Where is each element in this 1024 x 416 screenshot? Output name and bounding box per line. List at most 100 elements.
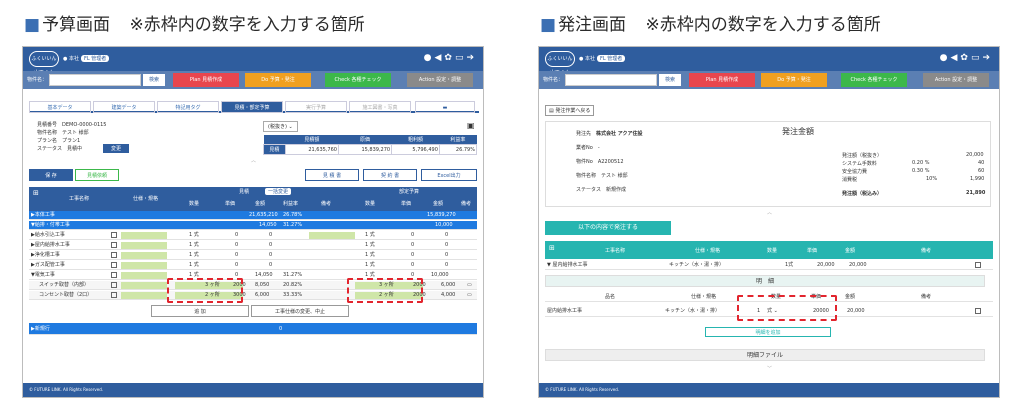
check-button[interactable]: Check 各種チェック [325, 73, 391, 87]
plus-icon[interactable]: ⊞ [33, 189, 39, 197]
plus-icon[interactable]: ⊞ [549, 244, 555, 252]
bulk-change-toggle[interactable]: 一括変更 [265, 188, 292, 195]
app-header: ふくいいん山でくん ● 本社FL 管理者 ●◀✿▭➔ [23, 47, 483, 76]
input-highlight-budget [347, 278, 423, 303]
check-button[interactable]: Check 各種チェック [841, 73, 907, 87]
gear-icon[interactable]: ✿ [960, 53, 971, 63]
delete-icon[interactable] [111, 292, 117, 298]
expand-icon[interactable]: ﹀ [767, 365, 772, 372]
app-logo[interactable]: ふくいいん山でくん [29, 51, 59, 76]
collapse-icon[interactable]: ︿ [251, 157, 256, 164]
spec-cell[interactable] [121, 252, 167, 259]
delete-icon[interactable] [111, 242, 117, 248]
megaphone-icon[interactable]: ◀ [950, 53, 960, 63]
table-row[interactable]: ▶本体工事 21,635,210 26.78% 15,839,270 [29, 211, 477, 220]
user-badge: ● 本社 FL 管理者 [63, 55, 110, 62]
collapse-icon[interactable]: ︿ [767, 209, 772, 216]
toolbar-icons: ●◀✿▭➔ [940, 53, 993, 63]
grid-header: ⊞ 工事名称 仕様・規格 見積 一括変更 部定予算 数量 単価 金額 利益率 備… [29, 187, 477, 211]
fee-rate-input[interactable]: 0.20 % [912, 160, 929, 166]
spec-cell[interactable] [121, 232, 167, 239]
folder-icon[interactable]: ▭ [971, 53, 983, 63]
user-badge: ● 本社 FL 管理者 [579, 55, 626, 62]
table-row[interactable]: ▼給排・付帯工事 14,050 31.27% 10,000 [29, 221, 477, 230]
delete-icon[interactable] [975, 308, 981, 314]
logout-icon[interactable]: ➔ [982, 53, 993, 63]
table-row[interactable]: ▶給水引込工事 1 式00 1 式00 [29, 231, 477, 240]
property-search-input[interactable] [565, 74, 657, 86]
add-detail-button[interactable]: 明細を追加 [705, 327, 831, 337]
spec-change-button[interactable]: 工事仕様の変更、中止 [251, 305, 349, 317]
table-row[interactable]: ▶屋内給排水工事 1 式00 1 式00 [29, 241, 477, 250]
plan-button[interactable]: Plan 見積作成 [689, 73, 755, 87]
spec-cell[interactable] [121, 292, 167, 299]
excel-export-button[interactable]: Excel出力 [421, 169, 477, 181]
gear-icon[interactable]: ✿ [444, 53, 455, 63]
info-vendor: 発注先 株式会社 アクア住設 [576, 131, 643, 137]
order-caption: ■ 発注画面 ※赤枠内の数字を入力する箇所 [540, 15, 881, 35]
budget-screenshot: ふくいいん山でくん ● 本社FL 管理者 ●◀✿▭➔ 物件名： 検索 Plan … [22, 46, 484, 398]
back-to-order-button[interactable]: ▤ 発注作業へ戻る [545, 105, 595, 116]
safety-rate-input[interactable]: 0.30 % [912, 168, 929, 174]
table-row[interactable]: ▶浄化槽工事 1 式00 1 式00 [29, 251, 477, 260]
spec-cell[interactable] [121, 272, 167, 279]
print-icon[interactable]: ▣ [467, 121, 475, 130]
order-info-panel: 発注先 株式会社 アクア住設 業者No - 物件No A2200512 物件名称… [545, 121, 991, 207]
action-button[interactable]: Action 設定・調整 [407, 73, 473, 87]
change-button[interactable]: 変更 [103, 144, 129, 153]
input-highlight-order [737, 295, 837, 321]
note-cell[interactable] [309, 232, 355, 239]
request-estimate-button[interactable]: 見積依頼 [75, 169, 119, 181]
chat-icon[interactable]: ● [940, 53, 951, 63]
order-screenshot: ふくいいん山でくん ● 本社FL 管理者 ●◀✿▭➔ 物件名： 検索 Plan … [538, 46, 1000, 398]
delete-icon[interactable] [111, 282, 117, 288]
tab-docs[interactable]: 施工図書・写真 [349, 101, 411, 113]
main-tabs: 基本データ 建築データ 特記用タグ 見積・部定予算 実行予算 施工図書・写真 ▬ [29, 101, 479, 113]
order-grid-header: ⊞ 工事名称 仕様・規格 数量 単価 金額 備考 [545, 241, 993, 259]
contract-doc-button[interactable]: 契 約 書 [363, 169, 417, 181]
sub-header: 物件名： 検索 Plan 見積作成 Do 予算・発注 Check 各種チェック … [23, 71, 483, 89]
megaphone-icon[interactable]: ◀ [434, 53, 444, 63]
tab-estimate-budget[interactable]: 見積・部定予算 [221, 101, 283, 113]
action-button[interactable]: Action 設定・調整 [923, 73, 989, 87]
delete-icon[interactable] [111, 232, 117, 238]
spec-cell[interactable] [121, 262, 167, 269]
search-button[interactable]: 検索 [143, 74, 165, 86]
submit-order-button[interactable]: 以下の内容で発注する [545, 221, 671, 235]
table-row[interactable]: ▶新規行 0 [29, 323, 477, 335]
info-property: 物件名称 テスト 様邸 [37, 130, 89, 136]
folder-icon[interactable]: ▭ [455, 53, 467, 63]
spec-cell[interactable] [121, 282, 167, 289]
delete-icon[interactable] [975, 262, 981, 268]
tab-exec-budget[interactable]: 実行予算 [285, 101, 347, 113]
chat-icon[interactable]: ● [424, 53, 435, 63]
estimate-doc-button[interactable]: 見 積 書 [305, 169, 359, 181]
logout-icon[interactable]: ➔ [466, 53, 477, 63]
table-row[interactable]: ▶ガス配管工事 1 式00 1 式00 [29, 261, 477, 270]
plan-button[interactable]: Plan 見積作成 [173, 73, 239, 87]
tab-tags[interactable]: 特記用タグ [157, 101, 219, 113]
info-property-no: 物件No A2200512 [576, 159, 624, 165]
tax-select[interactable]: (税抜き) ⌄ [263, 121, 298, 132]
comment-icon[interactable]: ▭ [467, 291, 472, 299]
app-logo[interactable]: ふくいいん山でくん [545, 51, 575, 76]
add-button[interactable]: 追 加 [151, 305, 249, 317]
spec-cell[interactable] [121, 242, 167, 249]
comment-icon[interactable]: ▭ [467, 281, 472, 289]
delete-icon[interactable] [111, 252, 117, 258]
table-row[interactable]: ▼ 屋内給排水工事 キッチン（水・湯・排） 1式 20,000 20,000 [545, 261, 993, 270]
delete-icon[interactable] [111, 262, 117, 268]
footer: © FUTURE LINK. All Rights Reserved. [539, 383, 999, 397]
save-button[interactable]: 保 存 [29, 169, 73, 181]
delete-icon[interactable] [111, 272, 117, 278]
budget-caption: ■ 予算画面 ※赤枠内の数字を入力する箇所 [24, 15, 365, 35]
tab-basic[interactable]: 基本データ [29, 101, 91, 113]
folder-icon[interactable]: ▬ [415, 101, 475, 113]
search-button[interactable]: 検索 [659, 74, 681, 86]
info-property-name: 物件名称 テスト 様邸 [576, 173, 628, 179]
info-status: ステータス 新規作成 [576, 187, 627, 193]
tab-building[interactable]: 建築データ [93, 101, 155, 113]
do-button[interactable]: Do 予算・発注 [245, 73, 311, 87]
do-button[interactable]: Do 予算・発注 [761, 73, 827, 87]
property-search-input[interactable] [49, 74, 141, 86]
